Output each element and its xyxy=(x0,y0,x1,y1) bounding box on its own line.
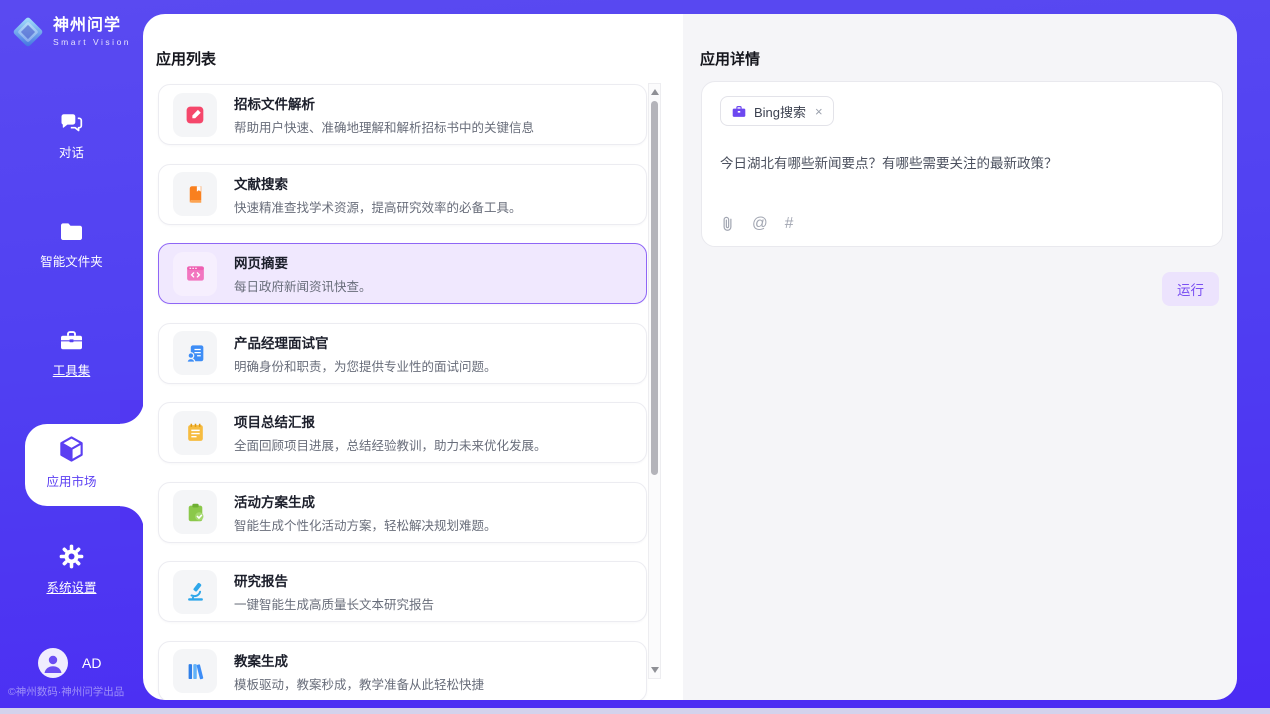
sidebar-item-label: 系统设置 xyxy=(46,577,96,596)
sidebar-item-label: 工具集 xyxy=(53,360,91,379)
books-icon xyxy=(184,660,207,683)
tool-chip-label: Bing搜索 xyxy=(754,102,806,121)
brand-name: 神州问学 xyxy=(53,17,131,35)
app-name: 活动方案生成 xyxy=(234,491,497,511)
sidebar-item-label: 应用市场 xyxy=(46,471,96,490)
app-card-lesson-plan[interactable]: 教案生成 模板驱动，教案秒成，教学准备从此轻松快捷 xyxy=(158,641,647,701)
brand-diamond-icon xyxy=(10,14,46,50)
prompt-input-card[interactable]: Bing搜索 × 今日湖北有哪些新闻要点？有哪些需要关注的最新政策？ @ # xyxy=(701,81,1223,247)
interview-icon xyxy=(184,342,207,365)
app-name: 招标文件解析 xyxy=(234,93,534,113)
browser-code-icon xyxy=(184,262,207,285)
query-text-input[interactable]: 今日湖北有哪些新闻要点？有哪些需要关注的最新政策？ xyxy=(720,152,1200,172)
scrollbar-thumb[interactable] xyxy=(651,101,658,475)
app-icon-box xyxy=(173,331,217,375)
app-name: 项目总结汇报 xyxy=(234,411,547,431)
chip-close-icon[interactable]: × xyxy=(815,104,823,119)
app-description: 帮助用户快速、准确地理解和解析招标书中的关键信息 xyxy=(234,117,534,136)
mention-at-icon[interactable]: @ xyxy=(752,216,768,232)
clipboard-check-icon xyxy=(184,501,207,524)
folder-icon xyxy=(58,220,85,244)
main-panel: 应用列表 招标文件解析 帮助用户快速、准确地理解和解析招标书中的关键信息 xyxy=(143,14,1237,700)
briefcase-icon xyxy=(731,104,747,119)
app-name: 文献搜索 xyxy=(234,173,522,193)
sidebar-item-settings[interactable]: 系统设置 xyxy=(0,543,143,596)
app-icon-box xyxy=(173,649,217,693)
paperclip-icon[interactable] xyxy=(720,215,735,232)
scroll-up-arrow-icon[interactable] xyxy=(651,89,659,95)
app-card-pm-interviewer[interactable]: 产品经理面试官 明确身份和职责，为您提供专业性的面试问题。 xyxy=(158,323,647,384)
app-card-literature-search[interactable]: 文献搜索 快速精准查找学术资源，提高研究效率的必备工具。 xyxy=(158,164,647,225)
edit-square-icon xyxy=(184,103,207,126)
sidebar-item-label: 智能文件夹 xyxy=(40,251,103,270)
list-scrollbar[interactable] xyxy=(648,83,661,679)
app-list-pane: 应用列表 招标文件解析 帮助用户快速、准确地理解和解析招标书中的关键信息 xyxy=(143,14,683,700)
app-description: 全面回顾项目进展，总结经验教训，助力未来优化发展。 xyxy=(234,435,547,454)
sidebar-item-toolset[interactable]: 工具集 xyxy=(0,328,143,379)
sidebar: 神州问学 Smart Vision 对话 智能文件夹 工具 xyxy=(0,0,143,714)
app-card-event-plan[interactable]: 活动方案生成 智能生成个性化活动方案，轻松解决规划难题。 xyxy=(158,482,647,543)
app-card-research-report[interactable]: 研究报告 一键智能生成高质量长文本研究报告 xyxy=(158,561,647,622)
book-icon xyxy=(184,183,207,206)
attachment-toolbar: @ # xyxy=(720,215,793,232)
scroll-down-arrow-icon[interactable] xyxy=(651,667,659,673)
memo-icon xyxy=(184,421,207,444)
app-detail-title: 应用详情 xyxy=(700,48,760,69)
app-description: 明确身份和职责，为您提供专业性的面试问题。 xyxy=(234,356,497,375)
app-detail-pane: 应用详情 Bing搜索 × 今日湖北有哪些新闻要点？有哪些需要关注的最新政策？ xyxy=(683,14,1237,700)
user-initials: AD xyxy=(82,655,101,671)
app-icon-box xyxy=(173,570,217,614)
app-description: 每日政府新闻资讯快查。 xyxy=(234,276,372,295)
app-window: 神州问学 Smart Vision 对话 智能文件夹 工具 xyxy=(0,0,1270,714)
sidebar-item-app-market[interactable]: 应用市场 xyxy=(0,434,143,490)
app-card-list: 招标文件解析 帮助用户快速、准确地理解和解析招标书中的关键信息 文献搜索 xyxy=(158,84,647,700)
app-name: 产品经理面试官 xyxy=(234,332,497,352)
hashtag-icon[interactable]: # xyxy=(785,216,794,232)
toolbox-icon xyxy=(58,328,85,353)
app-description: 模板驱动，教案秒成，教学准备从此轻松快捷 xyxy=(234,674,484,693)
tool-chip-bing-search[interactable]: Bing搜索 × xyxy=(720,96,834,126)
app-name: 研究报告 xyxy=(234,570,434,590)
sidebar-item-label: 对话 xyxy=(59,142,84,161)
brand-logo: 神州问学 Smart Vision xyxy=(10,14,131,50)
app-card-bid-parsing[interactable]: 招标文件解析 帮助用户快速、准确地理解和解析招标书中的关键信息 xyxy=(158,84,647,145)
app-icon-box xyxy=(173,252,217,296)
user-account[interactable]: AD xyxy=(38,648,101,678)
app-name: 教案生成 xyxy=(234,650,484,670)
app-list-title: 应用列表 xyxy=(156,48,216,69)
copyright-text: ©神州数码·神州问学出品 xyxy=(8,684,143,699)
app-icon-box xyxy=(173,411,217,455)
app-description: 快速精准查找学术资源，提高研究效率的必备工具。 xyxy=(234,197,522,216)
chat-icon xyxy=(58,110,85,135)
app-description: 一键智能生成高质量长文本研究报告 xyxy=(234,594,434,613)
sidebar-item-smart-folder[interactable]: 智能文件夹 xyxy=(0,220,143,270)
app-card-web-summary[interactable]: 网页摘要 每日政府新闻资讯快查。 xyxy=(158,243,647,304)
sidebar-item-chat[interactable]: 对话 xyxy=(0,110,143,161)
microscope-icon xyxy=(184,580,207,603)
brand-subtitle: Smart Vision xyxy=(53,37,131,47)
app-icon-box xyxy=(173,172,217,216)
window-bottom-edge xyxy=(0,708,1270,714)
app-icon-box xyxy=(173,93,217,137)
app-card-project-summary[interactable]: 项目总结汇报 全面回顾项目进展，总结经验教训，助力未来优化发展。 xyxy=(158,402,647,463)
avatar xyxy=(38,648,68,678)
cube-icon xyxy=(57,434,86,464)
app-description: 智能生成个性化活动方案，轻松解决规划难题。 xyxy=(234,515,497,534)
gear-icon xyxy=(58,543,85,570)
app-icon-box xyxy=(173,490,217,534)
run-button[interactable]: 运行 xyxy=(1162,272,1219,306)
app-name: 网页摘要 xyxy=(234,252,372,272)
